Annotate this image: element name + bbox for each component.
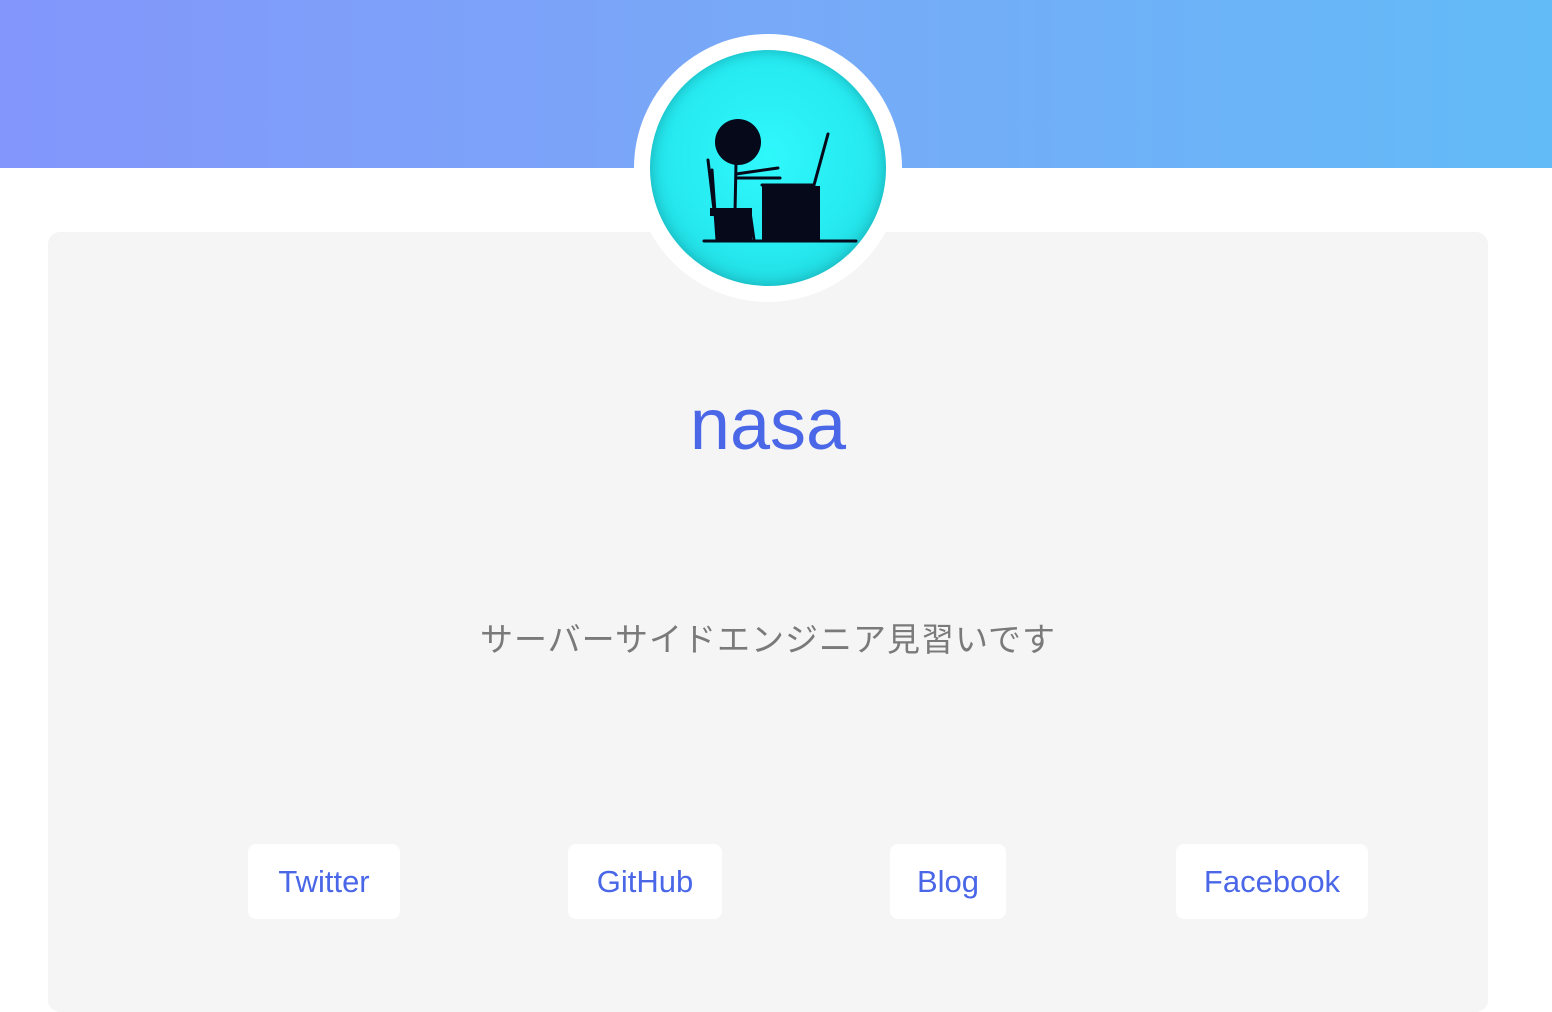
github-link-button[interactable]: GitHub — [568, 844, 722, 919]
avatar-frame — [634, 34, 902, 302]
person-at-laptop-icon — [702, 119, 858, 243]
avatar — [650, 50, 886, 286]
blog-link-button[interactable]: Blog — [890, 844, 1006, 919]
profile-name: nasa — [689, 385, 847, 465]
twitter-link-button[interactable]: Twitter — [248, 844, 400, 919]
profile-bio: サーバーサイドエンジニア見習いです — [479, 620, 1057, 659]
facebook-link-button[interactable]: Facebook — [1176, 844, 1368, 919]
